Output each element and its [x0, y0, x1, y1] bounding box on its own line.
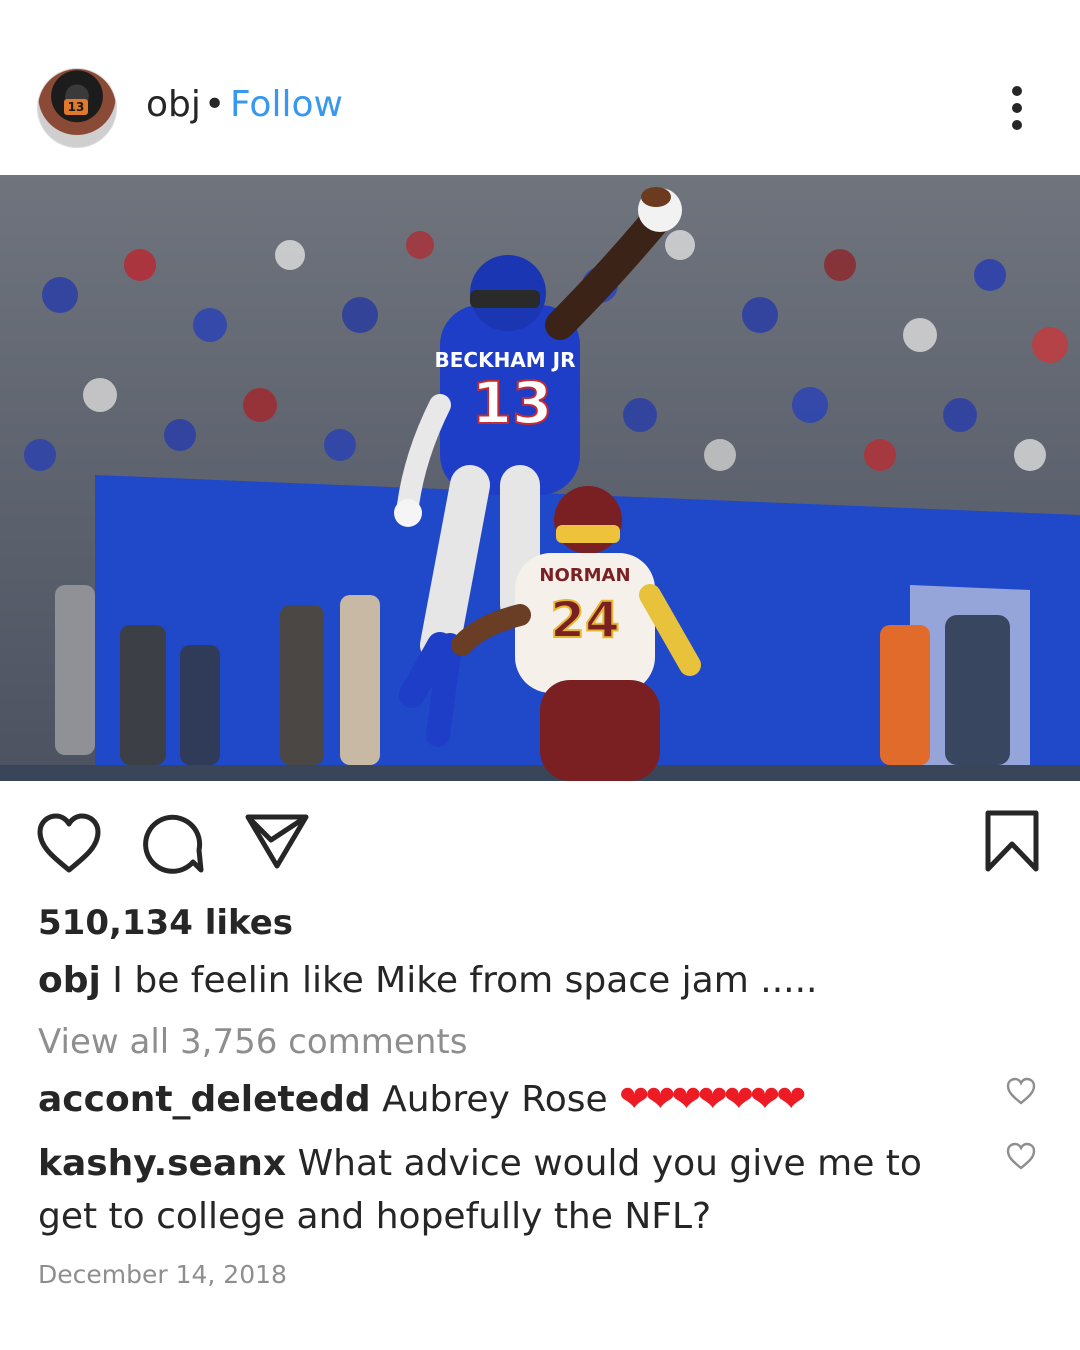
comment: accont_deletedd Aubrey Rose ❤❤❤❤❤❤❤: [38, 1073, 958, 1126]
separator-dot: •: [204, 84, 226, 125]
post-date: December 14, 2018: [38, 1260, 287, 1289]
norman-number: 24: [550, 591, 620, 649]
post-username[interactable]: obj: [146, 84, 201, 125]
caption: obj I be feelin like Mike from space jam…: [38, 960, 1038, 1001]
status-bar-remnant: [0, 0, 1080, 20]
comment: kashy.seanx What advice would you give m…: [38, 1137, 958, 1243]
beckham-number: 13: [472, 369, 553, 437]
follow-button[interactable]: Follow: [230, 84, 343, 125]
caption-username[interactable]: obj: [38, 960, 101, 1001]
small-heart-icon[interactable]: [1005, 1141, 1037, 1171]
caption-text: I be feelin like Mike from space jam ...…: [100, 960, 818, 1001]
view-all-comments-link[interactable]: View all 3,756 comments: [38, 1022, 467, 1062]
comment-emoji: ❤❤❤❤❤❤❤: [619, 1079, 806, 1120]
action-bar: [0, 800, 1080, 890]
norman-name: NORMAN: [539, 565, 630, 586]
comment-username[interactable]: accont_deletedd: [38, 1079, 371, 1120]
likes-count[interactable]: 510,134 likes: [38, 903, 293, 943]
heart-icon[interactable]: [36, 812, 102, 874]
post-header: 13 obj • Follow: [0, 50, 1080, 165]
post-photo[interactable]: BECKHAM JR 13 NORMAN 24: [0, 175, 1080, 781]
comment-bubble-icon[interactable]: [143, 814, 205, 876]
more-options-icon[interactable]: [1000, 78, 1034, 138]
avatar-jersey-number: 13: [64, 99, 88, 115]
comment-username[interactable]: kashy.seanx: [38, 1143, 286, 1184]
bookmark-icon[interactable]: [984, 810, 1040, 872]
send-icon[interactable]: [245, 814, 309, 870]
small-heart-icon[interactable]: [1005, 1076, 1037, 1106]
avatar[interactable]: 13: [37, 68, 117, 148]
comment-text: Aubrey Rose: [370, 1079, 620, 1120]
